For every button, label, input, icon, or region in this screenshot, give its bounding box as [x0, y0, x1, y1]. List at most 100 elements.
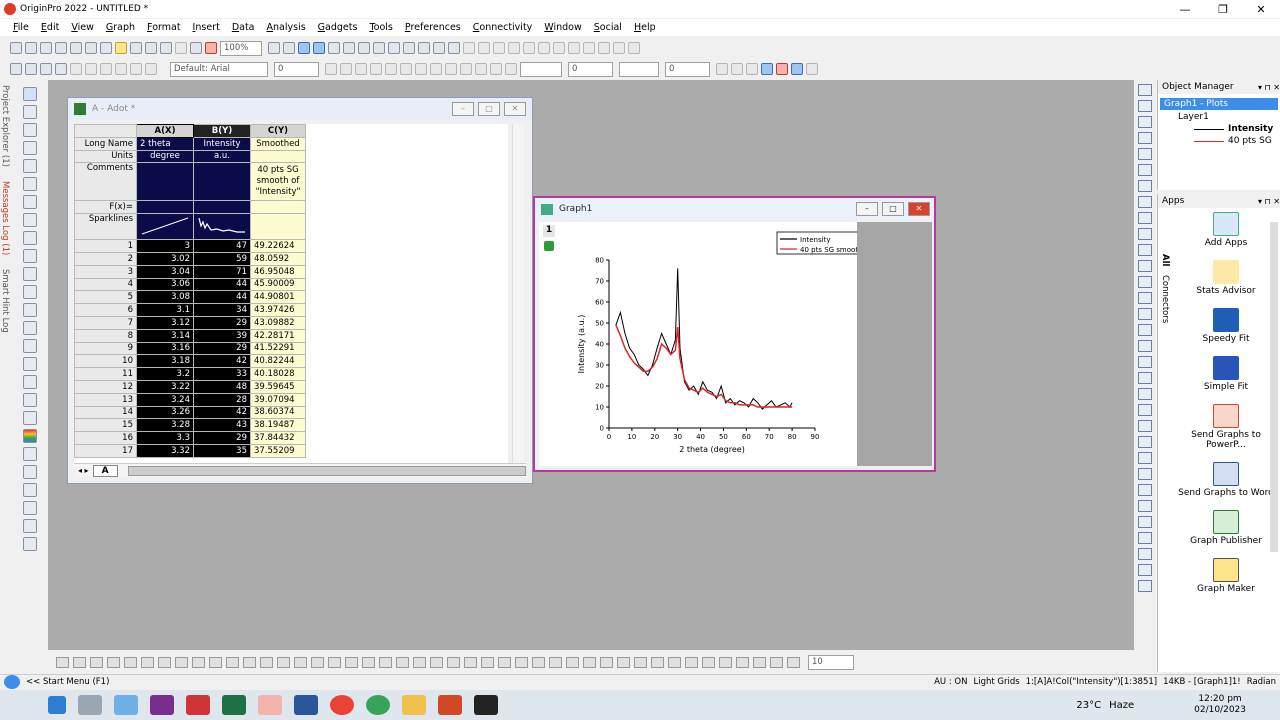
duplicate-icon[interactable] [283, 42, 295, 54]
graph-minimize-button[interactable]: – [856, 202, 878, 216]
table-cell[interactable]: 3.14 [136, 328, 194, 343]
line-symbol-icon[interactable] [90, 656, 103, 668]
project-explorer-tab[interactable]: Project Explorer (1) [0, 85, 10, 167]
row-number[interactable]: 1 [74, 239, 137, 253]
col-header-a[interactable]: A(X) [136, 124, 194, 138]
bottom-misc25-icon[interactable] [787, 656, 800, 668]
line-tool-icon[interactable] [23, 303, 37, 317]
units-c[interactable] [250, 149, 306, 164]
menu-help[interactable]: Help [634, 22, 656, 33]
table-cell[interactable]: 41.52291 [250, 341, 306, 356]
excel-app-icon[interactable] [222, 695, 246, 715]
apps-icon[interactable] [403, 42, 415, 54]
cut-icon[interactable] [115, 63, 127, 75]
menu-edit[interactable]: Edit [41, 22, 59, 33]
corner-cell[interactable] [74, 124, 137, 138]
row-number[interactable]: 13 [74, 392, 137, 407]
powerpoint-app-icon[interactable] [438, 695, 462, 715]
weather-condition[interactable]: Haze [1109, 700, 1134, 711]
col-header-c[interactable]: C(Y) [250, 124, 306, 138]
rescale-tool-icon[interactable] [1138, 84, 1152, 96]
plot-tool-icon[interactable] [1138, 116, 1152, 128]
zoom-out-icon[interactable] [23, 123, 37, 137]
grid4-tool-icon[interactable] [1138, 260, 1152, 272]
apps-tab-connectors[interactable]: Connectors [1160, 275, 1170, 323]
table-cell[interactable]: 71 [193, 264, 251, 279]
table-cell[interactable]: 44 [193, 277, 251, 292]
filter-icon[interactable] [523, 42, 535, 54]
gradient-icon[interactable] [746, 63, 758, 75]
pattern-icon[interactable] [490, 63, 502, 75]
table-icon[interactable] [1138, 276, 1152, 288]
photos-app-icon[interactable] [474, 695, 498, 715]
graph-title-bar[interactable]: Graph1 – □ ✕ [535, 198, 934, 220]
new-notes-icon[interactable] [70, 42, 82, 54]
bar-tool-icon[interactable] [1138, 356, 1152, 368]
start-menu-link[interactable]: << Start Menu (F1) [26, 677, 109, 687]
table-row[interactable]: 17 3.32 35 37.55209 [74, 443, 506, 458]
save-icon[interactable] [145, 42, 157, 54]
browser-app-icon[interactable] [366, 695, 390, 715]
menu-data[interactable]: Data [232, 22, 255, 33]
tool-24-icon[interactable] [1138, 452, 1152, 464]
menu-file[interactable]: File [13, 22, 29, 33]
sheet-nav-left-icon[interactable]: ◂ ▸ [78, 466, 89, 475]
tool-31-icon[interactable] [1138, 564, 1152, 576]
tool-26-icon[interactable] [1138, 484, 1152, 496]
bottom-misc1-icon[interactable] [379, 656, 392, 668]
bottom-misc17-icon[interactable] [651, 656, 664, 668]
table-cell[interactable]: 3.3 [136, 431, 194, 445]
table-cell[interactable]: 38.60374 [250, 405, 306, 420]
weather-temp[interactable]: 23°C [1076, 700, 1101, 711]
new-graph-icon[interactable] [40, 42, 52, 54]
table-cell[interactable]: 42.28171 [250, 328, 306, 343]
contour-icon[interactable] [175, 656, 188, 668]
table-cell[interactable]: 3.18 [136, 354, 194, 369]
sparkline-c[interactable] [250, 213, 306, 241]
table-cell[interactable]: 43.09882 [250, 315, 306, 330]
pie-icon[interactable] [192, 656, 205, 668]
row-number[interactable]: 2 [74, 251, 137, 266]
messages-log-tab[interactable]: Messages Log (1) [0, 181, 10, 255]
table-cell[interactable]: 37.55209 [250, 443, 306, 458]
bottom-misc4-icon[interactable] [430, 656, 443, 668]
table-cell[interactable]: 3.22 [136, 379, 194, 394]
table-row[interactable]: 8 3.14 39 42.28171 [74, 328, 506, 343]
superscript-icon[interactable] [370, 63, 382, 75]
long-name-b[interactable]: Intensity [193, 136, 251, 151]
underline-icon[interactable] [355, 63, 367, 75]
bottom-misc14-icon[interactable] [600, 656, 613, 668]
row-number[interactable]: 10 [74, 354, 137, 369]
sparklines-icon[interactable] [433, 42, 445, 54]
tilt-icon[interactable] [345, 656, 358, 668]
menu-connectivity[interactable]: Connectivity [473, 22, 533, 33]
symbol-interior-icon[interactable] [731, 63, 743, 75]
table-cell[interactable]: 3.24 [136, 392, 194, 407]
long-name-a[interactable]: 2 theta [136, 136, 194, 151]
menu-gadgets[interactable]: Gadgets [318, 22, 358, 33]
graph-tpl-icon[interactable] [260, 656, 273, 668]
table-row[interactable]: 4 3.06 44 45.90009 [74, 277, 506, 292]
color-scale-icon[interactable] [23, 429, 37, 443]
bottom-misc7-icon[interactable] [481, 656, 494, 668]
menu-preferences[interactable]: Preferences [405, 22, 461, 33]
graph-maximize-button[interactable]: □ [882, 202, 904, 216]
table-cell[interactable]: 3.06 [136, 277, 194, 292]
open-icon[interactable] [115, 42, 127, 54]
import-icon[interactable] [175, 42, 187, 54]
mendeley-app-icon[interactable] [186, 695, 210, 715]
macro-r-icon[interactable] [791, 63, 803, 75]
row-number[interactable]: 11 [74, 367, 137, 381]
bottom-misc21-icon[interactable] [719, 656, 732, 668]
region-tool-icon[interactable] [23, 357, 37, 371]
command-window-icon[interactable] [328, 42, 340, 54]
gadget-icon[interactable] [23, 411, 37, 425]
text-tool-icon[interactable] [23, 249, 37, 263]
table-cell[interactable]: 34 [193, 303, 251, 317]
grid1-tool-icon[interactable] [1138, 212, 1152, 224]
table-cell[interactable]: 43.97426 [250, 303, 306, 317]
workbook-maximize-button[interactable]: □ [478, 102, 500, 116]
scale-tool-icon[interactable] [23, 141, 37, 155]
app-stats-advisor[interactable]: Stats Advisor [1174, 260, 1278, 296]
table-cell[interactable]: 33 [193, 367, 251, 381]
